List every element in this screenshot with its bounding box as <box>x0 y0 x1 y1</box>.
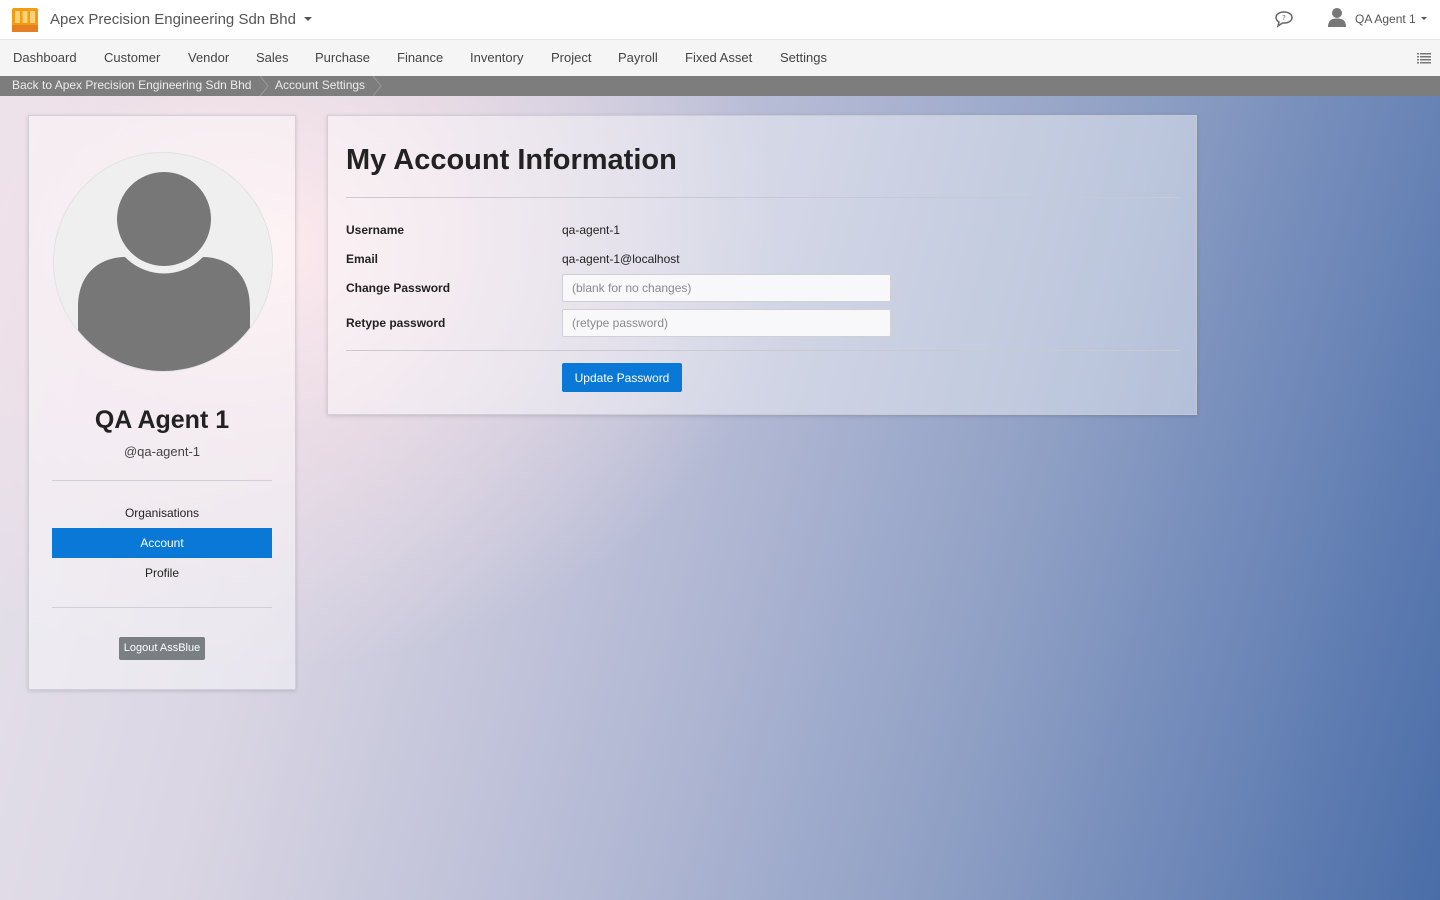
nav-item-payroll[interactable]: Payroll <box>618 50 658 65</box>
update-password-button[interactable]: Update Password <box>562 363 682 392</box>
list-icon[interactable] <box>1417 52 1431 64</box>
nav-item-customer[interactable]: Customer <box>104 50 160 65</box>
divider <box>346 350 1179 351</box>
avatar-placeholder-icon <box>78 164 250 371</box>
page-title: My Account Information <box>346 144 677 176</box>
top-bar: Apex Precision Engineering Sdn Bhd ? QA … <box>0 0 1440 40</box>
profile-name: QA Agent 1 <box>94 406 230 434</box>
breadcrumb-separator-icon <box>259 76 269 96</box>
main-nav: Dashboard Customer Vendor Sales Purchase… <box>0 40 1440 76</box>
nav-item-inventory[interactable]: Inventory <box>470 50 523 65</box>
avatar <box>53 152 273 372</box>
side-link-account[interactable]: Account <box>52 528 272 558</box>
breadcrumb-current[interactable]: Account Settings <box>275 76 365 96</box>
email-value: qa-agent-1@localhost <box>562 252 680 266</box>
retype-password-input[interactable] <box>562 309 891 337</box>
nav-item-sales[interactable]: Sales <box>256 50 289 65</box>
breadcrumb-back-link[interactable]: Back to Apex Precision Engineering Sdn B… <box>12 76 251 96</box>
caret-down-icon[interactable] <box>1421 17 1427 20</box>
nav-item-project[interactable]: Project <box>551 50 591 65</box>
email-label: Email <box>346 252 379 266</box>
breadcrumb-separator-icon <box>372 76 382 96</box>
nav-item-vendor[interactable]: Vendor <box>188 50 229 65</box>
divider <box>52 607 272 608</box>
change-password-label: Change Password <box>346 281 451 295</box>
account-card: My Account Information Username qa-agent… <box>327 115 1197 415</box>
nav-item-finance[interactable]: Finance <box>397 50 443 65</box>
profile-handle: @qa-agent-1 <box>123 444 201 459</box>
nav-item-dashboard[interactable]: Dashboard <box>13 50 77 65</box>
user-icon[interactable] <box>1326 6 1348 28</box>
change-password-input[interactable] <box>562 274 891 302</box>
username-value: qa-agent-1 <box>562 223 621 237</box>
nav-item-settings[interactable]: Settings <box>780 50 827 65</box>
org-name[interactable]: Apex Precision Engineering Sdn Bhd <box>50 11 296 28</box>
divider <box>52 480 272 481</box>
user-name[interactable]: QA Agent 1 <box>1355 12 1416 26</box>
svg-text:?: ? <box>1282 14 1286 22</box>
nav-item-fixed-asset[interactable]: Fixed Asset <box>685 50 752 65</box>
side-link-profile[interactable]: Profile <box>52 558 272 588</box>
app-logo-icon[interactable] <box>12 8 38 32</box>
profile-card: QA Agent 1 @qa-agent-1 Organisations Acc… <box>28 115 296 690</box>
username-label: Username <box>346 223 405 237</box>
chat-bubble-icon[interactable]: ? <box>1274 10 1294 28</box>
breadcrumb: Back to Apex Precision Engineering Sdn B… <box>0 76 1440 96</box>
side-link-organisations[interactable]: Organisations <box>52 498 272 528</box>
retype-password-label: Retype password <box>346 316 446 330</box>
nav-item-purchase[interactable]: Purchase <box>315 50 370 65</box>
logout-button[interactable]: Logout AssBlue <box>119 637 205 660</box>
divider <box>346 197 1179 198</box>
caret-down-icon[interactable] <box>304 17 312 21</box>
